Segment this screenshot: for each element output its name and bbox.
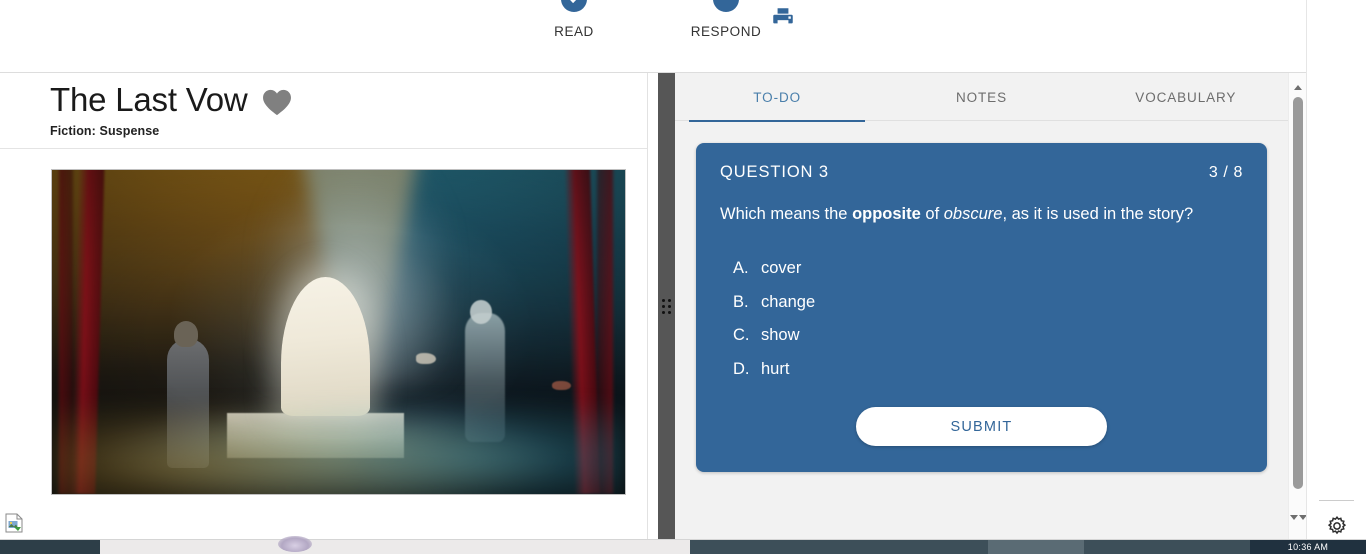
answer-option-b[interactable]: B. change xyxy=(720,286,1243,320)
submit-row: SUBMIT xyxy=(720,407,1243,447)
answer-option-d-text: hurt xyxy=(761,359,790,378)
broken-image-icon xyxy=(5,513,23,533)
question-prompt: Which means the opposite of obscure, as … xyxy=(720,201,1240,228)
activity-scroll-up-button[interactable] xyxy=(1289,79,1307,95)
prompt-segment-3: , as it is used in the story? xyxy=(1002,205,1194,223)
print-button[interactable] xyxy=(770,5,796,31)
prompt-segment-1: Which means the xyxy=(720,205,853,223)
activity-tabs: TO-DO NOTES VOCABULARY xyxy=(675,73,1288,122)
prompt-segment-2: of xyxy=(920,205,944,223)
answer-option-c-text: show xyxy=(761,326,800,345)
taskbar-active-window[interactable] xyxy=(100,540,690,554)
answer-option-b-letter: B. xyxy=(733,292,749,311)
question-progress-counter: 3 / 8 xyxy=(1208,164,1243,181)
submit-button[interactable]: SUBMIT xyxy=(856,407,1107,447)
activity-scroll-down-button[interactable] xyxy=(1289,509,1298,525)
answer-option-c[interactable]: C. show xyxy=(720,319,1243,353)
taskbar-clock: 10:36 AM xyxy=(1250,542,1366,552)
step-respond[interactable]: RESPOND xyxy=(672,0,780,39)
taskbar-tray-area[interactable] xyxy=(1084,540,1250,554)
filled-circle-icon xyxy=(713,0,739,12)
story-genre: Fiction: Suspense xyxy=(50,123,160,138)
tab-to-do[interactable]: TO-DO xyxy=(675,73,879,122)
pane-splitter-handle[interactable] xyxy=(658,73,675,539)
heart-icon[interactable] xyxy=(262,89,292,116)
reading-pane: The Last Vow Fiction: Suspense xyxy=(0,73,648,539)
answer-option-d[interactable]: D. hurt xyxy=(720,353,1243,387)
prompt-bold-word: opposite xyxy=(852,205,921,223)
drag-dots-icon xyxy=(662,298,671,314)
os-taskbar: 10:36 AM xyxy=(0,536,1366,554)
story-illustration xyxy=(51,169,626,495)
page-title: The Last Vow xyxy=(50,81,248,118)
answer-option-a-text: cover xyxy=(761,259,802,278)
story-title-row: The Last Vow xyxy=(50,81,647,118)
taskbar-orb-decoration xyxy=(278,536,312,552)
activity-pane-scrollbar[interactable] xyxy=(1288,73,1307,539)
answer-option-a-letter: A. xyxy=(733,259,749,278)
activity-pane: TO-DO NOTES VOCABULARY QUESTION 3 3 / 8 … xyxy=(675,73,1288,539)
utility-rail xyxy=(1306,0,1366,540)
step-read-label: READ xyxy=(554,24,594,39)
step-list: READ RESPOND xyxy=(520,0,780,39)
settings-button[interactable] xyxy=(1325,514,1349,538)
tab-notes[interactable]: NOTES xyxy=(879,73,1083,121)
answer-option-b-text: change xyxy=(761,292,816,311)
question-number-label: QUESTION 3 xyxy=(720,163,829,181)
answer-option-c-letter: C. xyxy=(733,326,750,345)
triangle-down-icon xyxy=(1289,514,1298,520)
stage-scene-image xyxy=(52,170,625,494)
answer-option-a[interactable]: A. cover xyxy=(720,252,1243,286)
activity-scroll-thumb[interactable] xyxy=(1293,97,1303,489)
check-circle-icon xyxy=(561,0,587,12)
question-card: QUESTION 3 3 / 8 Which means the opposit… xyxy=(696,143,1267,473)
step-read[interactable]: READ xyxy=(520,0,628,39)
progress-steps-bar: READ RESPOND xyxy=(0,0,1306,73)
rail-divider xyxy=(1319,500,1354,501)
answer-option-d-letter: D. xyxy=(733,359,750,378)
tab-vocabulary[interactable]: VOCABULARY xyxy=(1084,73,1288,121)
story-header: The Last Vow Fiction: Suspense xyxy=(0,73,647,149)
gear-icon xyxy=(1327,515,1347,535)
app-root: READ RESPOND The Last Vow Fiction: Suspe… xyxy=(0,0,1366,554)
question-card-header: QUESTION 3 3 / 8 xyxy=(720,163,1243,182)
answer-options-list: A. cover B. change C. show D. hurt xyxy=(720,252,1243,386)
printer-icon xyxy=(773,8,793,28)
taskbar-highlighted-window[interactable] xyxy=(988,540,1084,554)
story-body xyxy=(0,149,647,538)
triangle-up-icon xyxy=(1294,84,1302,90)
taskbar-window-group[interactable] xyxy=(690,540,988,554)
prompt-italic-word: obscure xyxy=(943,205,1003,223)
taskbar-launcher-area[interactable] xyxy=(0,540,100,554)
step-respond-label: RESPOND xyxy=(690,24,762,39)
